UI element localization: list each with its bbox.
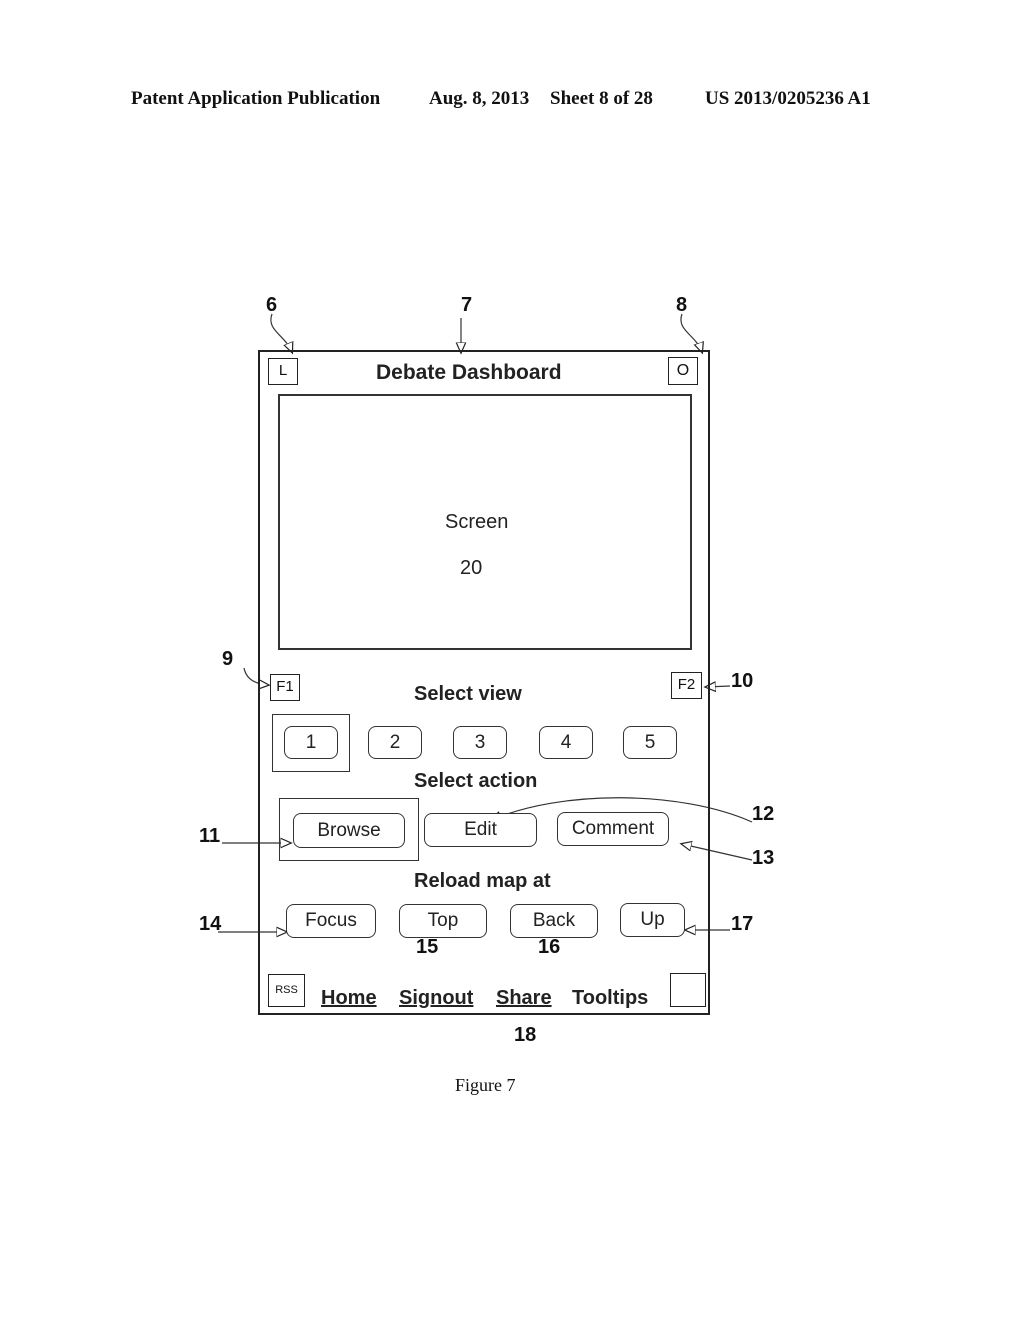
ref-13: 13 xyxy=(752,847,775,869)
view-button-5[interactable]: 5 xyxy=(623,726,677,759)
select-action-label: Select action xyxy=(414,770,538,792)
focus-button[interactable]: Focus xyxy=(286,904,376,938)
home-link[interactable]: Home xyxy=(321,987,377,1010)
ref-6: 6 xyxy=(266,294,278,316)
tooltips-label: Tooltips xyxy=(572,987,649,1009)
top-button[interactable]: Top xyxy=(399,904,487,938)
ref-18: 18 xyxy=(514,1024,537,1046)
ref-11: 11 xyxy=(199,825,221,847)
dashboard-title: Debate Dashboard xyxy=(376,361,562,384)
publication-date: Aug. 8, 2013 xyxy=(429,88,530,109)
ref-9: 9 xyxy=(222,648,234,670)
view-button-2[interactable]: 2 xyxy=(368,726,422,759)
figure-caption: Figure 7 xyxy=(455,1075,516,1095)
edit-button[interactable]: Edit xyxy=(424,813,537,847)
l-button[interactable]: L xyxy=(268,358,298,385)
browse-button[interactable]: Browse xyxy=(293,813,405,848)
select-view-label: Select view xyxy=(414,683,522,705)
sheet-number: Sheet 8 of 28 xyxy=(550,88,653,109)
up-button[interactable]: Up xyxy=(620,903,685,937)
signout-link[interactable]: Signout xyxy=(399,987,473,1010)
ref-14: 14 xyxy=(199,913,222,935)
ref-12: 12 xyxy=(752,803,775,825)
ref-7: 7 xyxy=(461,294,473,316)
view-button-4[interactable]: 4 xyxy=(539,726,593,759)
leader-6 xyxy=(270,313,292,352)
ref-10: 10 xyxy=(731,670,754,692)
tooltips-checkbox[interactable] xyxy=(670,973,706,1007)
share-link[interactable]: Share xyxy=(496,987,552,1010)
leader-8 xyxy=(680,313,702,352)
o-button[interactable]: O xyxy=(668,357,698,385)
screen-ref: 20 xyxy=(460,557,483,579)
comment-button[interactable]: Comment xyxy=(557,812,669,846)
ref-17: 17 xyxy=(731,913,754,935)
reload-map-label: Reload map at xyxy=(414,870,551,892)
screen-label: Screen xyxy=(445,511,509,533)
publication-type: Patent Application Publication xyxy=(131,88,381,109)
rss-button[interactable]: RSS xyxy=(268,974,305,1007)
f1-button[interactable]: F1 xyxy=(270,674,300,701)
view-button-3[interactable]: 3 xyxy=(453,726,507,759)
back-button[interactable]: Back xyxy=(510,904,598,938)
patent-number: US 2013/0205236 A1 xyxy=(705,88,871,109)
ref-8: 8 xyxy=(676,294,688,316)
view-button-1[interactable]: 1 xyxy=(284,726,338,759)
f2-button[interactable]: F2 xyxy=(671,672,702,699)
